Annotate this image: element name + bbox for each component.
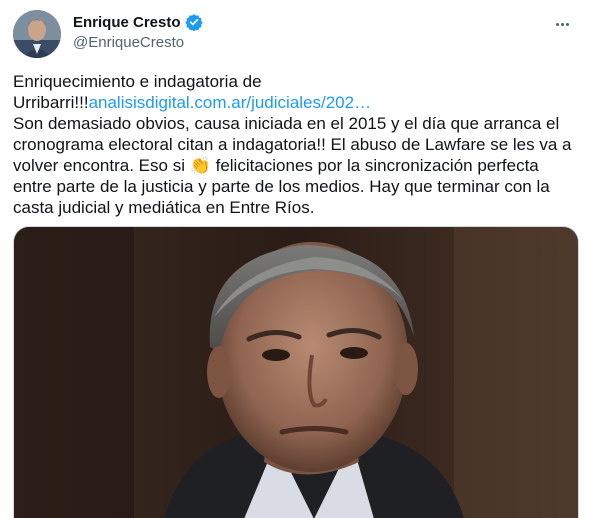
tweet-text: Enriquecimiento e indagatoria de Urribarr…: [13, 71, 579, 218]
tweet-header: Enrique Cresto @EnriqueCresto: [13, 10, 578, 58]
tweet-line-1: Enriquecimiento e indagatoria de: [13, 72, 262, 91]
author-names: Enrique Cresto @EnriqueCresto: [73, 12, 203, 51]
dot-icon: [565, 22, 569, 26]
clapping-hands-emoji: 👏: [189, 156, 211, 175]
display-name[interactable]: Enrique Cresto: [73, 14, 181, 31]
tweet-link[interactable]: analisisdigital.com.ar/judiciales/202…: [89, 93, 372, 112]
avatar-photo-icon: [13, 10, 61, 58]
author-avatar[interactable]: [13, 10, 61, 58]
tweet-card: Enrique Cresto @EnriqueCresto Enriquecim…: [0, 0, 591, 518]
photo-of-man-icon: [14, 227, 578, 518]
author-handle[interactable]: @EnriqueCresto: [73, 34, 203, 51]
more-options-icon[interactable]: [548, 14, 576, 34]
dot-icon: [560, 22, 564, 26]
tweet-line-2: Urribarri!!!: [13, 93, 89, 112]
verified-badge-icon[interactable]: [184, 13, 203, 31]
display-name-row: Enrique Cresto: [73, 12, 203, 32]
tweet-media[interactable]: [13, 226, 579, 518]
dot-icon: [555, 22, 559, 26]
